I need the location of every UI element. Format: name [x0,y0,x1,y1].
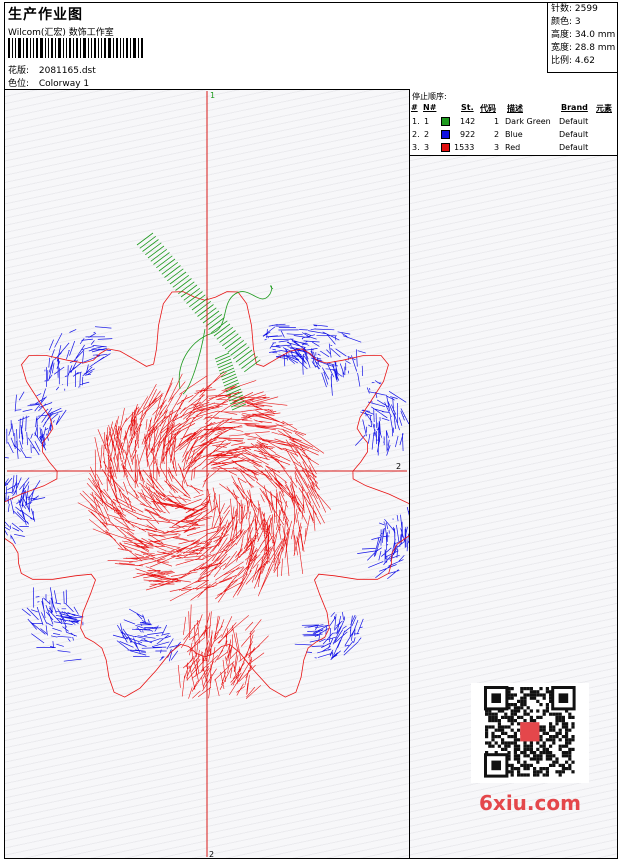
col-header-stitches: St. [461,103,474,112]
row-description: Red [505,143,521,152]
row-stitches: 142 [460,117,476,126]
row-brand: Default [559,130,589,139]
panel-divider [409,89,410,859]
stats-box: 针数: 2599 颜色: 3 高度: 34.0 mm 宽度: 28.8 mm 比… [547,3,617,73]
axis-label-right: 2 [396,462,401,471]
row-description: Dark Green [505,117,551,126]
colorway-value: Colorway 1 [38,79,90,89]
row-code: 2 [494,130,500,139]
row-index: 1. [412,117,420,126]
barcode [8,38,148,58]
axis-label-top: 1 [210,91,215,100]
col-header-code: 代码 [480,104,496,113]
color-swatch [441,117,450,126]
embroidery-design-canvas: 1 2 2 [5,91,409,859]
col-header-index: # [411,103,418,112]
row-code: 1 [494,117,500,126]
color-swatch [441,143,450,152]
col-header-description: 描述 [507,104,523,113]
design-scale: 比例: 4.62 [551,56,595,66]
colorway-row: 色位: Colorway 1 [8,76,89,89]
col-header-brand: Brand [561,103,588,112]
table-row: 1. 1 142 1 Dark Green Default [410,116,617,129]
design-height: 高度: 34.0 mm [551,30,616,40]
sheet-title: 生产作业图 [8,7,83,23]
row-stitches: 922 [460,130,476,139]
design-file-row: 花版: 2081165.dst [8,63,96,76]
row-index: 3. [412,143,420,152]
colorway-label: 色位: [8,79,30,89]
sheet-header: 生产作业图 Wilcom(汇宏) 数饰工作室 花版: 2081165.dst 色… [5,3,617,90]
row-needle: 1 [424,117,430,126]
axis-label-bottom: 2 [209,850,214,859]
qr-code [471,683,589,783]
table-row: 2. 2 922 2 Blue Default [410,129,617,142]
table-row: 3. 3 1533 3 Red Default [410,142,617,155]
row-description: Blue [505,130,523,139]
row-needle: 3 [424,143,430,152]
stitch-count: 针数: 2599 [551,4,598,14]
color-swatch [441,130,450,139]
watermark-text: 6xiu.com [479,791,581,815]
row-brand: Default [559,143,589,152]
row-stitches: 1533 [454,143,475,152]
col-header-needle: N# [423,103,437,112]
stop-sequence-title: 停止顺序: [412,92,447,101]
design-label: 花版: [8,66,30,76]
studio-name: Wilcom(汇宏) 数饰工作室 [8,28,114,38]
col-header-element: 元素 [596,104,612,113]
row-code: 3 [494,143,500,152]
color-count: 颜色: 3 [551,17,581,27]
production-sheet: 生产作业图 Wilcom(汇宏) 数饰工作室 花版: 2081165.dst 色… [4,2,618,859]
row-index: 2. [412,130,420,139]
stop-sequence-table: 停止顺序: # N# St. 代码 描述 Brand 元素 1. 1 142 1… [410,89,617,156]
row-brand: Default [559,117,589,126]
design-width: 宽度: 28.8 mm [551,43,616,53]
design-file-value: 2081165.dst [38,66,96,76]
row-needle: 2 [424,130,430,139]
